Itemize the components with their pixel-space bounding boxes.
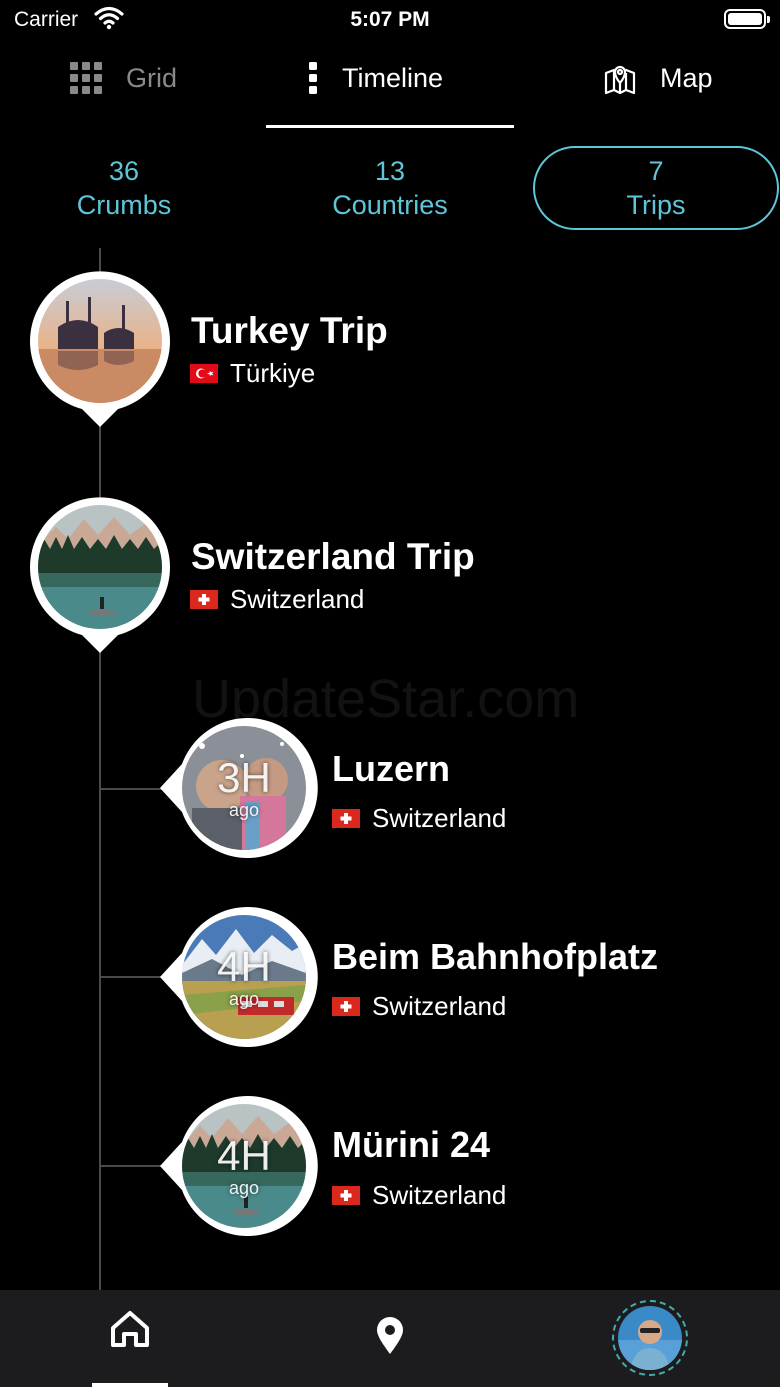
tab-map-label: Map [660,62,713,93]
crumb-country: Switzerland [332,803,506,834]
trip-photo-turkey [38,279,162,403]
crumb-title[interactable]: Luzern [332,748,450,790]
crumb-country-label: Switzerland [372,803,507,833]
stat-crumbs-button[interactable]: 36 Crumbs [24,146,224,230]
nav-home-button[interactable] [92,1310,168,1370]
time-ago-label: ago [228,1178,260,1198]
time-ago-overlay: 3H ago [182,726,306,850]
crumb-country-label: Switzerland [372,1180,507,1210]
trip-pin-turkey[interactable] [30,271,170,427]
trip-photo-switzerland [38,505,162,629]
stat-trips-label: Trips [626,190,686,220]
time-ago-value: 3H [217,754,271,801]
crumb-pin-murini[interactable]: 4H ago [160,1096,320,1236]
nav-active-indicator [92,1383,168,1387]
active-tab-indicator [266,125,514,128]
tab-grid-label: Grid [126,62,178,93]
tab-timeline-label: Timeline [342,62,444,93]
crumb-title[interactable]: Mürini 24 [332,1124,490,1166]
switzerland-flag-icon [332,809,360,828]
stat-countries-label: Countries [332,190,448,220]
trip-country-label: Türkiye [230,358,316,388]
trip-title[interactable]: Turkey Trip [191,310,388,352]
crumb-title[interactable]: Beim Bahnhofplatz [332,936,658,978]
profile-avatar[interactable] [612,1300,688,1376]
time-ago-overlay: 4H ago [182,915,306,1039]
battery-icon [724,9,770,29]
time-ago-label: ago [228,800,260,820]
crumb-pin-bahnhofplatz[interactable]: 4H ago [160,907,320,1047]
crumb-pin-luzern[interactable]: 3H ago [160,718,320,858]
trip-country: Türkiye [190,358,315,389]
grid-icon [70,62,102,94]
crumb-country: Switzerland [332,991,506,1022]
stat-trips-count: 7 [648,156,664,186]
bottom-nav [0,1290,780,1387]
view-tabs: Grid Timeline Map [0,48,780,130]
location-pin-icon [374,1316,406,1360]
stat-countries-count: 13 [374,156,406,186]
switzerland-flag-icon [190,590,218,609]
trip-country: Switzerland [190,584,364,615]
stat-crumbs-label: Crumbs [76,190,172,220]
clock: 5:07 PM [350,8,430,31]
switzerland-flag-icon [332,1186,360,1205]
time-ago-value: 4H [217,943,271,990]
time-ago-value: 4H [217,1132,271,1179]
avatar-photo [618,1306,682,1370]
turkey-flag-icon [190,364,218,383]
stats-filter: 36 Crumbs 13 Countries 7 Trips [0,146,780,230]
nav-location-button[interactable] [370,1316,410,1360]
time-ago-label: ago [228,989,260,1009]
tab-map[interactable]: Map [604,48,713,108]
stat-crumbs-count: 36 [108,156,140,186]
home-icon [110,1310,150,1370]
trip-title[interactable]: Switzerland Trip [191,536,475,578]
stat-countries-button[interactable]: 13 Countries [290,146,490,230]
switzerland-flag-icon [332,997,360,1016]
vertical-dots-icon [308,62,318,94]
stat-trips-button[interactable]: 7 Trips [533,146,779,230]
crumb-country-label: Switzerland [372,991,507,1021]
crumb-country: Switzerland [332,1180,506,1211]
status-bar: Carrier 5:07 PM [0,0,780,40]
map-icon [604,61,636,95]
trip-pin-switzerland[interactable] [30,497,170,653]
time-ago-overlay: 4H ago [182,1104,306,1228]
trip-country-label: Switzerland [230,584,365,614]
tab-grid[interactable]: Grid [70,48,177,108]
tab-timeline[interactable]: Timeline [308,48,443,108]
